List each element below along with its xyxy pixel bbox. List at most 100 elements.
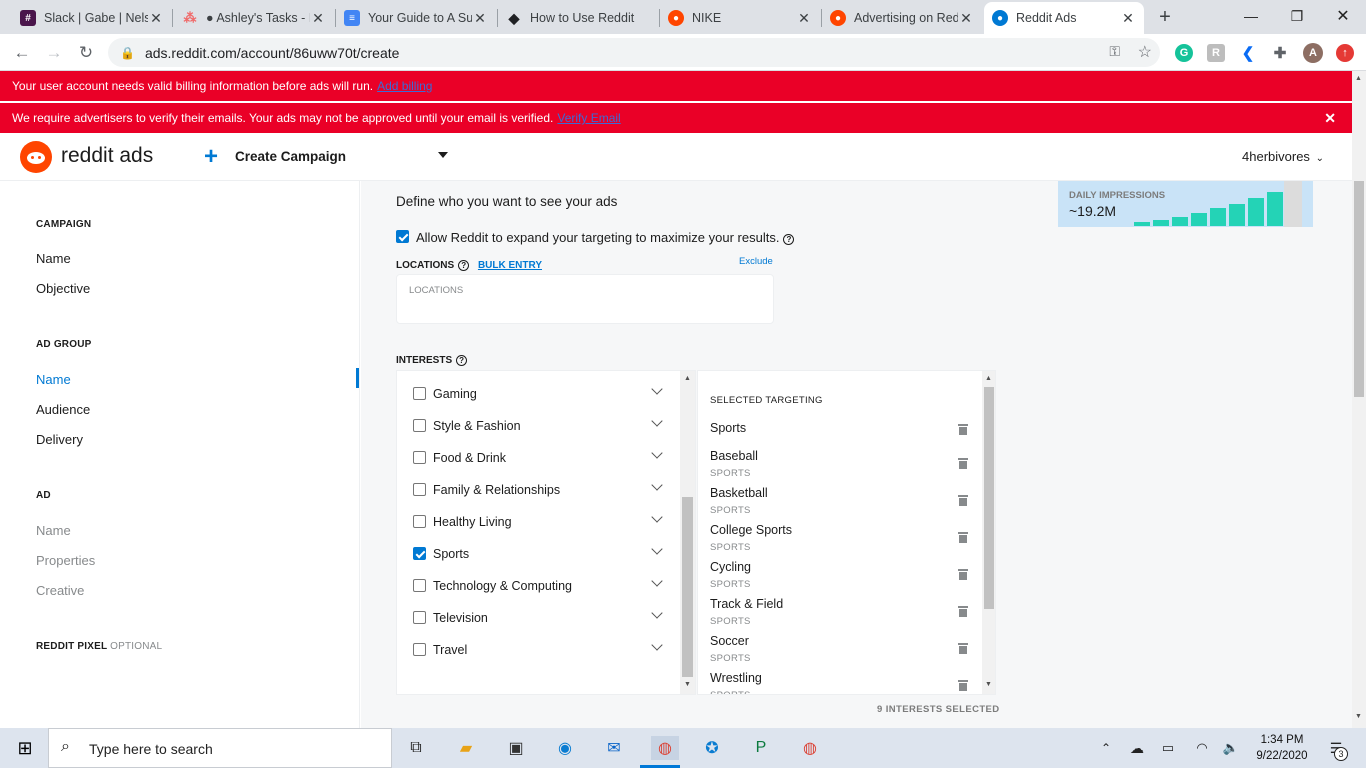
chevron-up-icon[interactable]: ⌃ bbox=[1094, 736, 1118, 760]
exclude-link[interactable]: Exclude bbox=[739, 256, 773, 267]
browser-tab-active[interactable]: ● Reddit Ads ✕ bbox=[984, 2, 1144, 34]
task-view-icon[interactable]: ⧉ bbox=[404, 736, 428, 760]
sidebar-item-creative[interactable]: Creative bbox=[36, 583, 84, 598]
interests-scrollbar[interactable]: ▲ ▼ bbox=[680, 371, 695, 694]
star-icon[interactable]: ☆ bbox=[1138, 42, 1152, 62]
chevron-down-icon[interactable] bbox=[651, 575, 663, 587]
add-billing-link[interactable]: Add billing bbox=[377, 79, 432, 93]
interest-checkbox[interactable] bbox=[413, 611, 426, 624]
expand-targeting-checkbox[interactable] bbox=[396, 230, 409, 243]
delete-icon[interactable] bbox=[958, 569, 968, 580]
interest-checkbox[interactable] bbox=[413, 419, 426, 432]
update-icon[interactable]: ↑ bbox=[1336, 44, 1354, 62]
create-campaign-label[interactable]: Create Campaign bbox=[235, 149, 346, 164]
file-explorer-icon[interactable]: ▰ bbox=[454, 736, 478, 760]
reddit-logo-icon[interactable] bbox=[20, 141, 52, 173]
chevron-down-icon[interactable] bbox=[651, 415, 663, 427]
restore-icon[interactable]: ❐ bbox=[1274, 0, 1320, 32]
close-window-icon[interactable]: ✕ bbox=[1320, 0, 1366, 32]
interest-row[interactable]: Style & Fashion bbox=[397, 413, 677, 445]
delete-icon[interactable] bbox=[958, 532, 968, 543]
interest-checkbox[interactable] bbox=[413, 547, 426, 560]
minimize-icon[interactable]: — bbox=[1228, 0, 1274, 32]
plus-icon[interactable]: + bbox=[204, 145, 218, 169]
address-bar[interactable]: 🔒 ads.reddit.com/account/86uww70t/create… bbox=[108, 38, 1160, 67]
delete-icon[interactable] bbox=[958, 643, 968, 654]
browser-tab[interactable]: ◆ How to Use Reddit bbox=[498, 2, 658, 34]
clock[interactable]: 1:34 PM 9/22/2020 bbox=[1252, 732, 1312, 764]
forward-icon[interactable]: → bbox=[41, 40, 67, 66]
interest-row[interactable]: Technology & Computing bbox=[397, 573, 677, 605]
interest-checkbox[interactable] bbox=[413, 579, 426, 592]
delete-icon[interactable] bbox=[958, 680, 968, 691]
browser-tab[interactable]: ● NIKE ✕ bbox=[660, 2, 820, 34]
delete-icon[interactable] bbox=[958, 424, 968, 435]
scroll-up-icon[interactable]: ▲ bbox=[985, 375, 992, 382]
chevron-down-icon[interactable] bbox=[651, 479, 663, 491]
browser-tab[interactable]: ⁂ ● Ashley's Tasks - I ✕ bbox=[174, 2, 334, 34]
interest-row[interactable]: Travel bbox=[397, 637, 677, 669]
onedrive-icon[interactable]: ☁ bbox=[1125, 736, 1149, 760]
new-tab-button[interactable]: + bbox=[1154, 6, 1176, 28]
browser-tab[interactable]: ≡ Your Guide to A Su ✕ bbox=[336, 2, 496, 34]
verify-email-link[interactable]: Verify Email bbox=[557, 111, 620, 125]
interest-row[interactable]: Television bbox=[397, 605, 677, 637]
close-tab-icon[interactable]: ✕ bbox=[148, 10, 164, 27]
chevron-down-icon[interactable] bbox=[651, 543, 663, 555]
browser-tab[interactable]: # Slack | Gabe | Nels ✕ bbox=[12, 2, 172, 34]
avatar[interactable]: A bbox=[1303, 43, 1323, 63]
scroll-down-icon[interactable]: ▼ bbox=[1355, 713, 1362, 720]
close-tab-icon[interactable]: ✕ bbox=[796, 10, 812, 27]
extensions-puzzle-icon[interactable]: ✚ bbox=[1271, 44, 1289, 62]
selected-scrollbar[interactable]: ▲ ▼ bbox=[982, 371, 995, 694]
chevron-down-icon[interactable] bbox=[651, 511, 663, 523]
sidebar-item-audience[interactable]: Audience bbox=[36, 402, 90, 417]
locations-input[interactable]: LOCATIONS bbox=[396, 274, 774, 324]
close-tab-icon[interactable]: ✕ bbox=[472, 10, 488, 27]
close-tab-icon[interactable]: ✕ bbox=[1120, 10, 1136, 27]
scroll-thumb[interactable] bbox=[682, 497, 693, 677]
chevron-down-icon[interactable] bbox=[651, 383, 663, 395]
close-banner-icon[interactable]: ✕ bbox=[1324, 110, 1336, 127]
chevron-down-icon[interactable] bbox=[651, 447, 663, 459]
caret-down-icon[interactable] bbox=[438, 152, 448, 158]
sidebar-item-properties[interactable]: Properties bbox=[36, 553, 95, 568]
scroll-down-icon[interactable]: ▼ bbox=[684, 681, 691, 688]
bulk-entry-link[interactable]: BULK ENTRY bbox=[478, 260, 542, 271]
scroll-down-icon[interactable]: ▼ bbox=[985, 681, 992, 688]
windows-start-icon[interactable]: ⊞ bbox=[13, 736, 37, 760]
sidebar-item-adgroup-name[interactable]: Name bbox=[36, 372, 71, 387]
page-scrollbar[interactable]: ▲ ▼ bbox=[1352, 71, 1366, 728]
reddit-pixel-heading[interactable]: REDDIT PIXEL OPTIONAL bbox=[36, 641, 162, 652]
wifi-icon[interactable]: ◠ bbox=[1190, 736, 1214, 760]
close-tab-icon[interactable]: ✕ bbox=[958, 10, 974, 27]
grammarly-icon[interactable]: G bbox=[1175, 44, 1193, 62]
store-icon[interactable]: ▣ bbox=[504, 736, 528, 760]
interest-row[interactable]: Healthy Living bbox=[397, 509, 677, 541]
battery-icon[interactable]: ▭ bbox=[1156, 736, 1180, 760]
scroll-up-icon[interactable]: ▲ bbox=[1355, 75, 1362, 82]
sidebar-item-delivery[interactable]: Delivery bbox=[36, 432, 83, 447]
interest-checkbox[interactable] bbox=[413, 451, 426, 464]
delete-icon[interactable] bbox=[958, 495, 968, 506]
interest-checkbox[interactable] bbox=[413, 483, 426, 496]
browser-tab[interactable]: ● Advertising on Red ✕ bbox=[822, 2, 982, 34]
interest-row[interactable]: Sports bbox=[397, 541, 677, 573]
delete-icon[interactable] bbox=[958, 606, 968, 617]
chevron-down-icon[interactable] bbox=[651, 639, 663, 651]
publisher-icon[interactable]: P bbox=[749, 736, 773, 760]
scroll-up-icon[interactable]: ▲ bbox=[684, 375, 691, 382]
sidebar-item-ad-name[interactable]: Name bbox=[36, 523, 71, 538]
edge-icon[interactable]: ◉ bbox=[553, 736, 577, 760]
interest-row[interactable]: Family & Relationships bbox=[397, 477, 677, 509]
clickup-icon[interactable]: ❮ bbox=[1239, 44, 1257, 62]
interest-checkbox[interactable] bbox=[413, 387, 426, 400]
help-icon[interactable]: ? bbox=[458, 260, 470, 271]
reload-icon[interactable]: ↻ bbox=[73, 40, 99, 66]
chrome-icon[interactable]: ◍ bbox=[651, 736, 679, 760]
account-menu[interactable]: 4herbivores ⌄ bbox=[1242, 149, 1324, 164]
volume-icon[interactable]: 🔈 bbox=[1219, 736, 1243, 760]
chrome-profile-icon[interactable]: ◍ bbox=[798, 736, 822, 760]
interest-checkbox[interactable] bbox=[413, 515, 426, 528]
interests-list[interactable]: Gaming Style & Fashion Food & Drink Family … bbox=[396, 370, 696, 695]
